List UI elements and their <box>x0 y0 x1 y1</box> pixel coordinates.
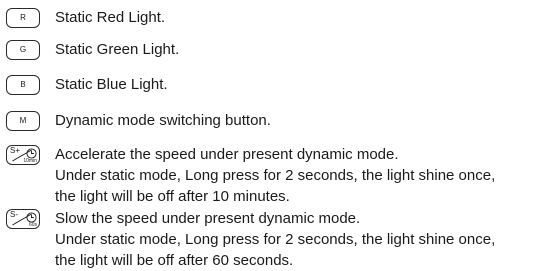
green-button-label: G <box>19 45 27 54</box>
mode-button-label: M <box>19 116 27 125</box>
slow-down-description: Slow the speed under present dynamic mod… <box>55 210 496 269</box>
legend-row-blue: B Static Blue Light. <box>6 75 533 95</box>
speed-up-timer-button[interactable]: S+ 10min <box>6 145 40 165</box>
speed-up-timer-label: 10min <box>23 158 37 164</box>
blue-light-description: Static Blue Light. <box>55 76 168 93</box>
green-light-button[interactable]: G <box>6 40 40 60</box>
legend-row-red: R Static Red Light. <box>6 8 533 28</box>
legend-row-mode: M Dynamic mode switching button. <box>6 111 533 131</box>
red-light-description: Static Red Light. <box>55 9 166 26</box>
red-light-button[interactable]: R <box>6 8 40 28</box>
blue-light-button[interactable]: B <box>6 75 40 95</box>
red-button-label: R <box>20 13 26 22</box>
speed-up-description: Accelerate the speed under present dynam… <box>55 146 496 205</box>
legend-row-green: G Static Green Light. <box>6 40 533 60</box>
blue-button-label: B <box>20 80 26 89</box>
mode-switch-button[interactable]: M <box>6 111 40 131</box>
slow-down-timer-button[interactable]: S- 60s <box>6 209 40 229</box>
mode-switch-description: Dynamic mode switching button. <box>55 112 271 129</box>
speed-up-sign: S+ <box>10 146 21 155</box>
slow-down-sign: S- <box>10 210 18 219</box>
slow-down-timer-label: 60s <box>28 222 37 228</box>
legend-row-slow-down: S- 60s Slow the speed under present dyna… <box>6 209 533 271</box>
legend-row-speed-up: S+ 10min Accelerate the speed under pres… <box>6 145 533 207</box>
green-light-description: Static Green Light. <box>55 41 180 58</box>
